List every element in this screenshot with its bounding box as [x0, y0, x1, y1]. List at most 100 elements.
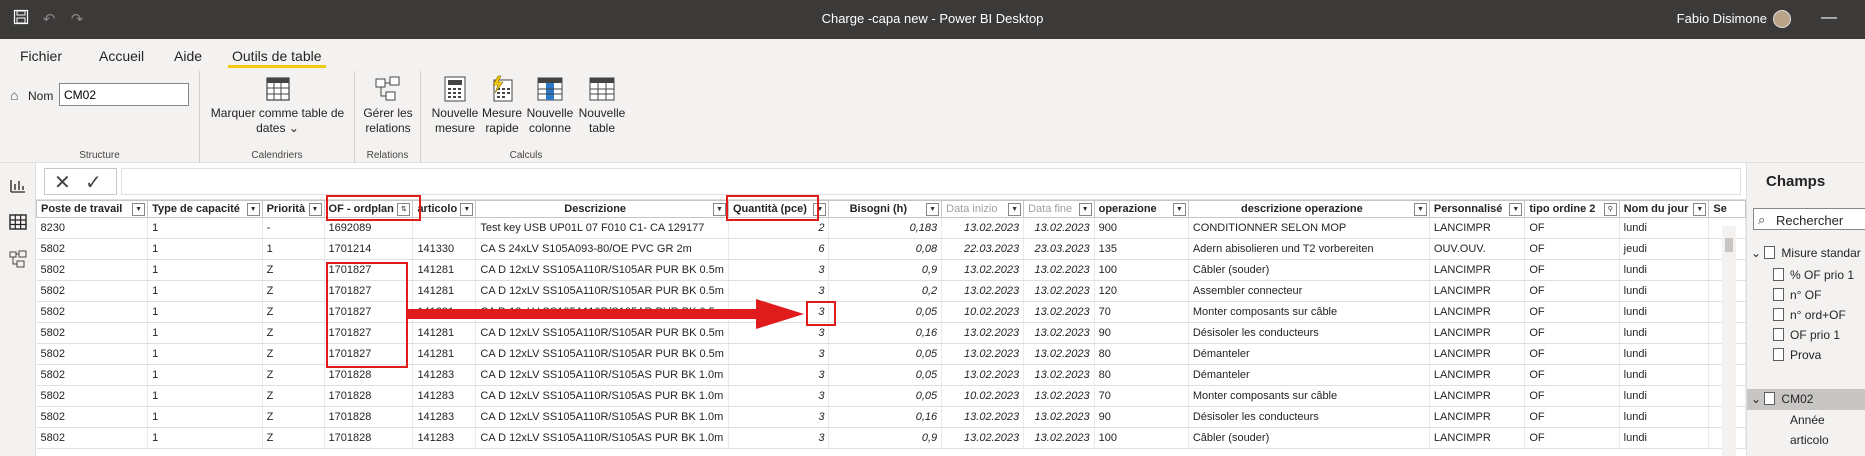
- table-cell[interactable]: lundi: [1619, 385, 1710, 407]
- table-cell[interactable]: 0,16: [828, 322, 943, 344]
- menu-aide[interactable]: Aide: [170, 44, 206, 68]
- table-cell[interactable]: 3: [728, 322, 830, 344]
- column-header[interactable]: tipo ordine 2 ⚲: [1524, 200, 1620, 218]
- table-cell[interactable]: Z: [262, 259, 325, 281]
- table-cell[interactable]: Désisoler les conducteurs: [1188, 322, 1430, 344]
- table-cell[interactable]: Démanteler: [1188, 364, 1430, 386]
- report-view-icon[interactable]: [8, 175, 28, 195]
- sort-icon[interactable]: ⇅: [397, 203, 411, 216]
- filter-icon[interactable]: ⚲: [1603, 203, 1617, 216]
- chevron-down-icon[interactable]: ▼: [1413, 203, 1427, 216]
- fields-search-input[interactable]: ⌕ Rechercher: [1753, 208, 1865, 230]
- table-cell[interactable]: 3: [728, 406, 830, 428]
- chevron-down-icon[interactable]: ▼: [1693, 203, 1707, 216]
- table-cell[interactable]: 13.02.2023: [1023, 280, 1095, 302]
- table-cell[interactable]: 3: [728, 385, 830, 407]
- table-cell[interactable]: 3: [728, 343, 830, 365]
- menu-accueil[interactable]: Accueil: [95, 44, 148, 68]
- table-cell[interactable]: 5802: [36, 385, 149, 407]
- column-header[interactable]: Personnalisé ▼: [1428, 200, 1526, 218]
- table-cell[interactable]: 141283: [412, 406, 477, 428]
- chevron-down-icon[interactable]: ▼: [712, 203, 726, 216]
- field-group-cm02[interactable]: ⌄ CM02: [1747, 389, 1865, 410]
- new-table-button[interactable]: Nouvelle table: [577, 75, 627, 136]
- table-cell[interactable]: CA D 12xLV SS105A110R/S105AR PUR BK 0.5m: [475, 259, 729, 281]
- table-cell[interactable]: 100: [1094, 259, 1189, 281]
- new-column-button[interactable]: Nouvelle colonne: [525, 75, 575, 136]
- table-cell[interactable]: CA D 12xLV SS105A110R/S105AS PUR BK 1.0m: [475, 385, 729, 407]
- table-cell[interactable]: 5802: [36, 406, 149, 428]
- cancel-icon[interactable]: ✕: [54, 170, 71, 195]
- table-cell[interactable]: 5802: [36, 364, 149, 386]
- table-cell[interactable]: CA D 12xLV SS105A110R/S105AR PUR BK 0.5m: [475, 322, 729, 344]
- table-cell[interactable]: Z: [262, 385, 325, 407]
- table-cell[interactable]: Câbler (souder): [1188, 427, 1430, 449]
- table-cell[interactable]: 3: [728, 301, 830, 323]
- table-cell[interactable]: OF: [1524, 385, 1620, 407]
- table-cell[interactable]: OF: [1524, 217, 1620, 239]
- chevron-down-icon[interactable]: ▼: [246, 203, 260, 216]
- table-cell[interactable]: Z: [262, 406, 325, 428]
- table-cell[interactable]: 135: [1094, 238, 1189, 260]
- table-cell[interactable]: 0,05: [828, 385, 943, 407]
- table-cell[interactable]: Z: [262, 343, 325, 365]
- table-cell[interactable]: 5802: [36, 259, 149, 281]
- table-cell[interactable]: 5802: [36, 280, 149, 302]
- table-cell[interactable]: CONDITIONNER SELON MOP: [1188, 217, 1430, 239]
- table-cell[interactable]: 22.03.2023: [941, 238, 1025, 260]
- field-item[interactable]: % OF prio 1: [1773, 268, 1854, 282]
- table-cell[interactable]: Assembler connecteur: [1188, 280, 1430, 302]
- menu-outils-de-table[interactable]: Outils de table: [228, 44, 326, 68]
- table-cell[interactable]: 13.02.2023: [1023, 364, 1095, 386]
- table-cell[interactable]: 0,08: [828, 238, 943, 260]
- column-header[interactable]: Se: [1708, 200, 1746, 218]
- table-cell[interactable]: Z: [262, 280, 325, 302]
- table-cell[interactable]: OF: [1524, 301, 1620, 323]
- table-cell[interactable]: 23.03.2023: [1023, 238, 1095, 260]
- table-cell[interactable]: 3: [728, 427, 830, 449]
- table-cell[interactable]: 3: [728, 280, 830, 302]
- table-cell[interactable]: 13.02.2023: [1023, 406, 1095, 428]
- table-cell[interactable]: lundi: [1619, 301, 1710, 323]
- table-cell[interactable]: Z: [262, 301, 325, 323]
- table-cell[interactable]: CA D 12xLV SS105A110R/S105AR PUR BK 0.5m: [475, 280, 729, 302]
- table-cell[interactable]: 13.02.2023: [1023, 343, 1095, 365]
- table-cell[interactable]: 5802: [36, 238, 149, 260]
- table-cell[interactable]: Test key USB UP01L 07 F010 C1- CA 129177: [475, 217, 729, 239]
- table-cell[interactable]: LANCIMPR: [1429, 406, 1526, 428]
- table-cell[interactable]: Désisoler les conducteurs: [1188, 406, 1430, 428]
- field-item[interactable]: n° OF: [1773, 288, 1821, 302]
- table-cell[interactable]: 0,183: [828, 217, 943, 239]
- column-header[interactable]: articolo ▼: [412, 200, 477, 218]
- table-cell[interactable]: 10.02.2023: [941, 385, 1025, 407]
- column-header[interactable]: OF - ordplan ⇅: [323, 200, 414, 218]
- table-cell[interactable]: LANCIMPR: [1429, 364, 1526, 386]
- table-cell[interactable]: 1: [147, 385, 263, 407]
- table-cell[interactable]: 1: [147, 364, 263, 386]
- table-cell[interactable]: Z: [262, 427, 325, 449]
- table-cell[interactable]: 13.02.2023: [941, 427, 1025, 449]
- table-cell[interactable]: 1701827: [324, 322, 414, 344]
- table-cell[interactable]: OF: [1524, 322, 1620, 344]
- chevron-down-icon[interactable]: ▼: [308, 203, 322, 216]
- column-header[interactable]: descrizione operazione ▼: [1187, 200, 1430, 218]
- table-cell[interactable]: 1701828: [324, 385, 414, 407]
- table-cell[interactable]: 1701828: [324, 427, 414, 449]
- table-cell[interactable]: 13.02.2023: [941, 322, 1025, 344]
- table-cell[interactable]: 120: [1094, 280, 1189, 302]
- table-cell[interactable]: 1701827: [324, 280, 414, 302]
- column-header[interactable]: Poste de travail ▼: [36, 200, 149, 218]
- table-cell[interactable]: 141281: [412, 280, 477, 302]
- table-cell[interactable]: LANCIMPR: [1429, 343, 1526, 365]
- table-cell[interactable]: 900: [1094, 217, 1189, 239]
- column-header[interactable]: Priorità ▼: [261, 200, 325, 218]
- formula-input[interactable]: [121, 168, 1741, 195]
- table-cell[interactable]: 1: [147, 301, 263, 323]
- manage-relations-button[interactable]: Gérer les relations: [360, 75, 416, 136]
- table-cell[interactable]: OF: [1524, 280, 1620, 302]
- table-cell[interactable]: 80: [1094, 343, 1189, 365]
- table-cell[interactable]: 13.02.2023: [1023, 301, 1095, 323]
- table-cell[interactable]: LANCIMPR: [1429, 427, 1526, 449]
- table-cell[interactable]: 1701828: [324, 364, 414, 386]
- table-cell[interactable]: 0,05: [828, 343, 943, 365]
